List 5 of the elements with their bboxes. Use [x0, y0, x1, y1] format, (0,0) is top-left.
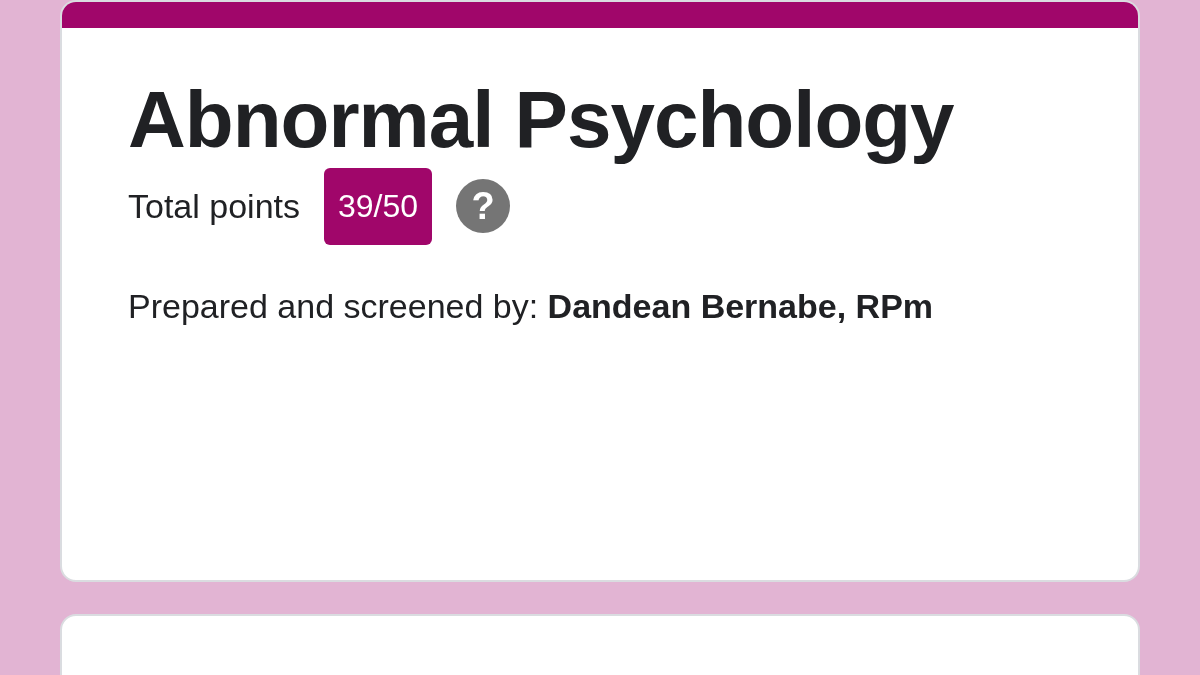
score-badge: 39/50: [324, 168, 433, 245]
form-description: Prepared and screened by: Dandean Bernabe, RPm: [128, 285, 935, 327]
help-button[interactable]: ?: [456, 179, 511, 234]
form-title: Abnormal Psychology: [128, 76, 955, 164]
points-label: Total points: [128, 185, 300, 227]
